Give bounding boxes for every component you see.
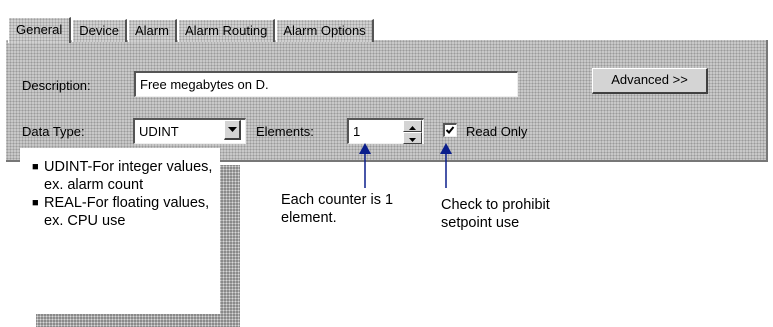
callout-item: ■ REAL-For floating values, ex. CPU use (32, 195, 210, 229)
spin-down-icon (409, 138, 416, 142)
description-label: Description: (22, 78, 91, 93)
tab-strip: General Device Alarm Alarm Routing Alarm… (8, 16, 375, 43)
bullet-icon: ■ (32, 197, 39, 209)
data-type-callout: ■ UDINT-For integer values, ex. alarm cou… (20, 148, 220, 314)
elements-label: Elements: (256, 124, 314, 139)
arrow-up-icon (359, 143, 371, 188)
tab-device[interactable]: Device (72, 19, 127, 42)
data-type-dropdown-button[interactable] (224, 120, 241, 140)
checkmark-icon (445, 126, 455, 134)
description-field[interactable]: Free megabytes on D. (134, 71, 518, 97)
tab-alarm-routing[interactable]: Alarm Routing (177, 19, 276, 42)
stepper-down-button[interactable] (403, 132, 422, 144)
callout-item: ■ UDINT-For integer values, ex. alarm cou… (32, 159, 213, 193)
stepper-up-button[interactable] (403, 120, 422, 132)
advanced-button[interactable]: Advanced >> (592, 68, 708, 94)
elements-note: Each counter is 1 element. (281, 192, 394, 226)
dropdown-arrow-icon (228, 127, 237, 132)
tab-alarm-options[interactable]: Alarm Options (276, 19, 374, 42)
read-only-note: Check to prohibit setpoint use (441, 197, 550, 231)
bullet-icon: ■ (32, 161, 39, 173)
arrow-up-icon (440, 143, 452, 188)
tab-general[interactable]: General (8, 17, 72, 43)
tab-alarm[interactable]: Alarm (128, 19, 177, 42)
read-only-label: Read Only (466, 124, 528, 139)
data-type-label: Data Type: (22, 124, 85, 139)
read-only-checkbox[interactable] (443, 123, 457, 137)
